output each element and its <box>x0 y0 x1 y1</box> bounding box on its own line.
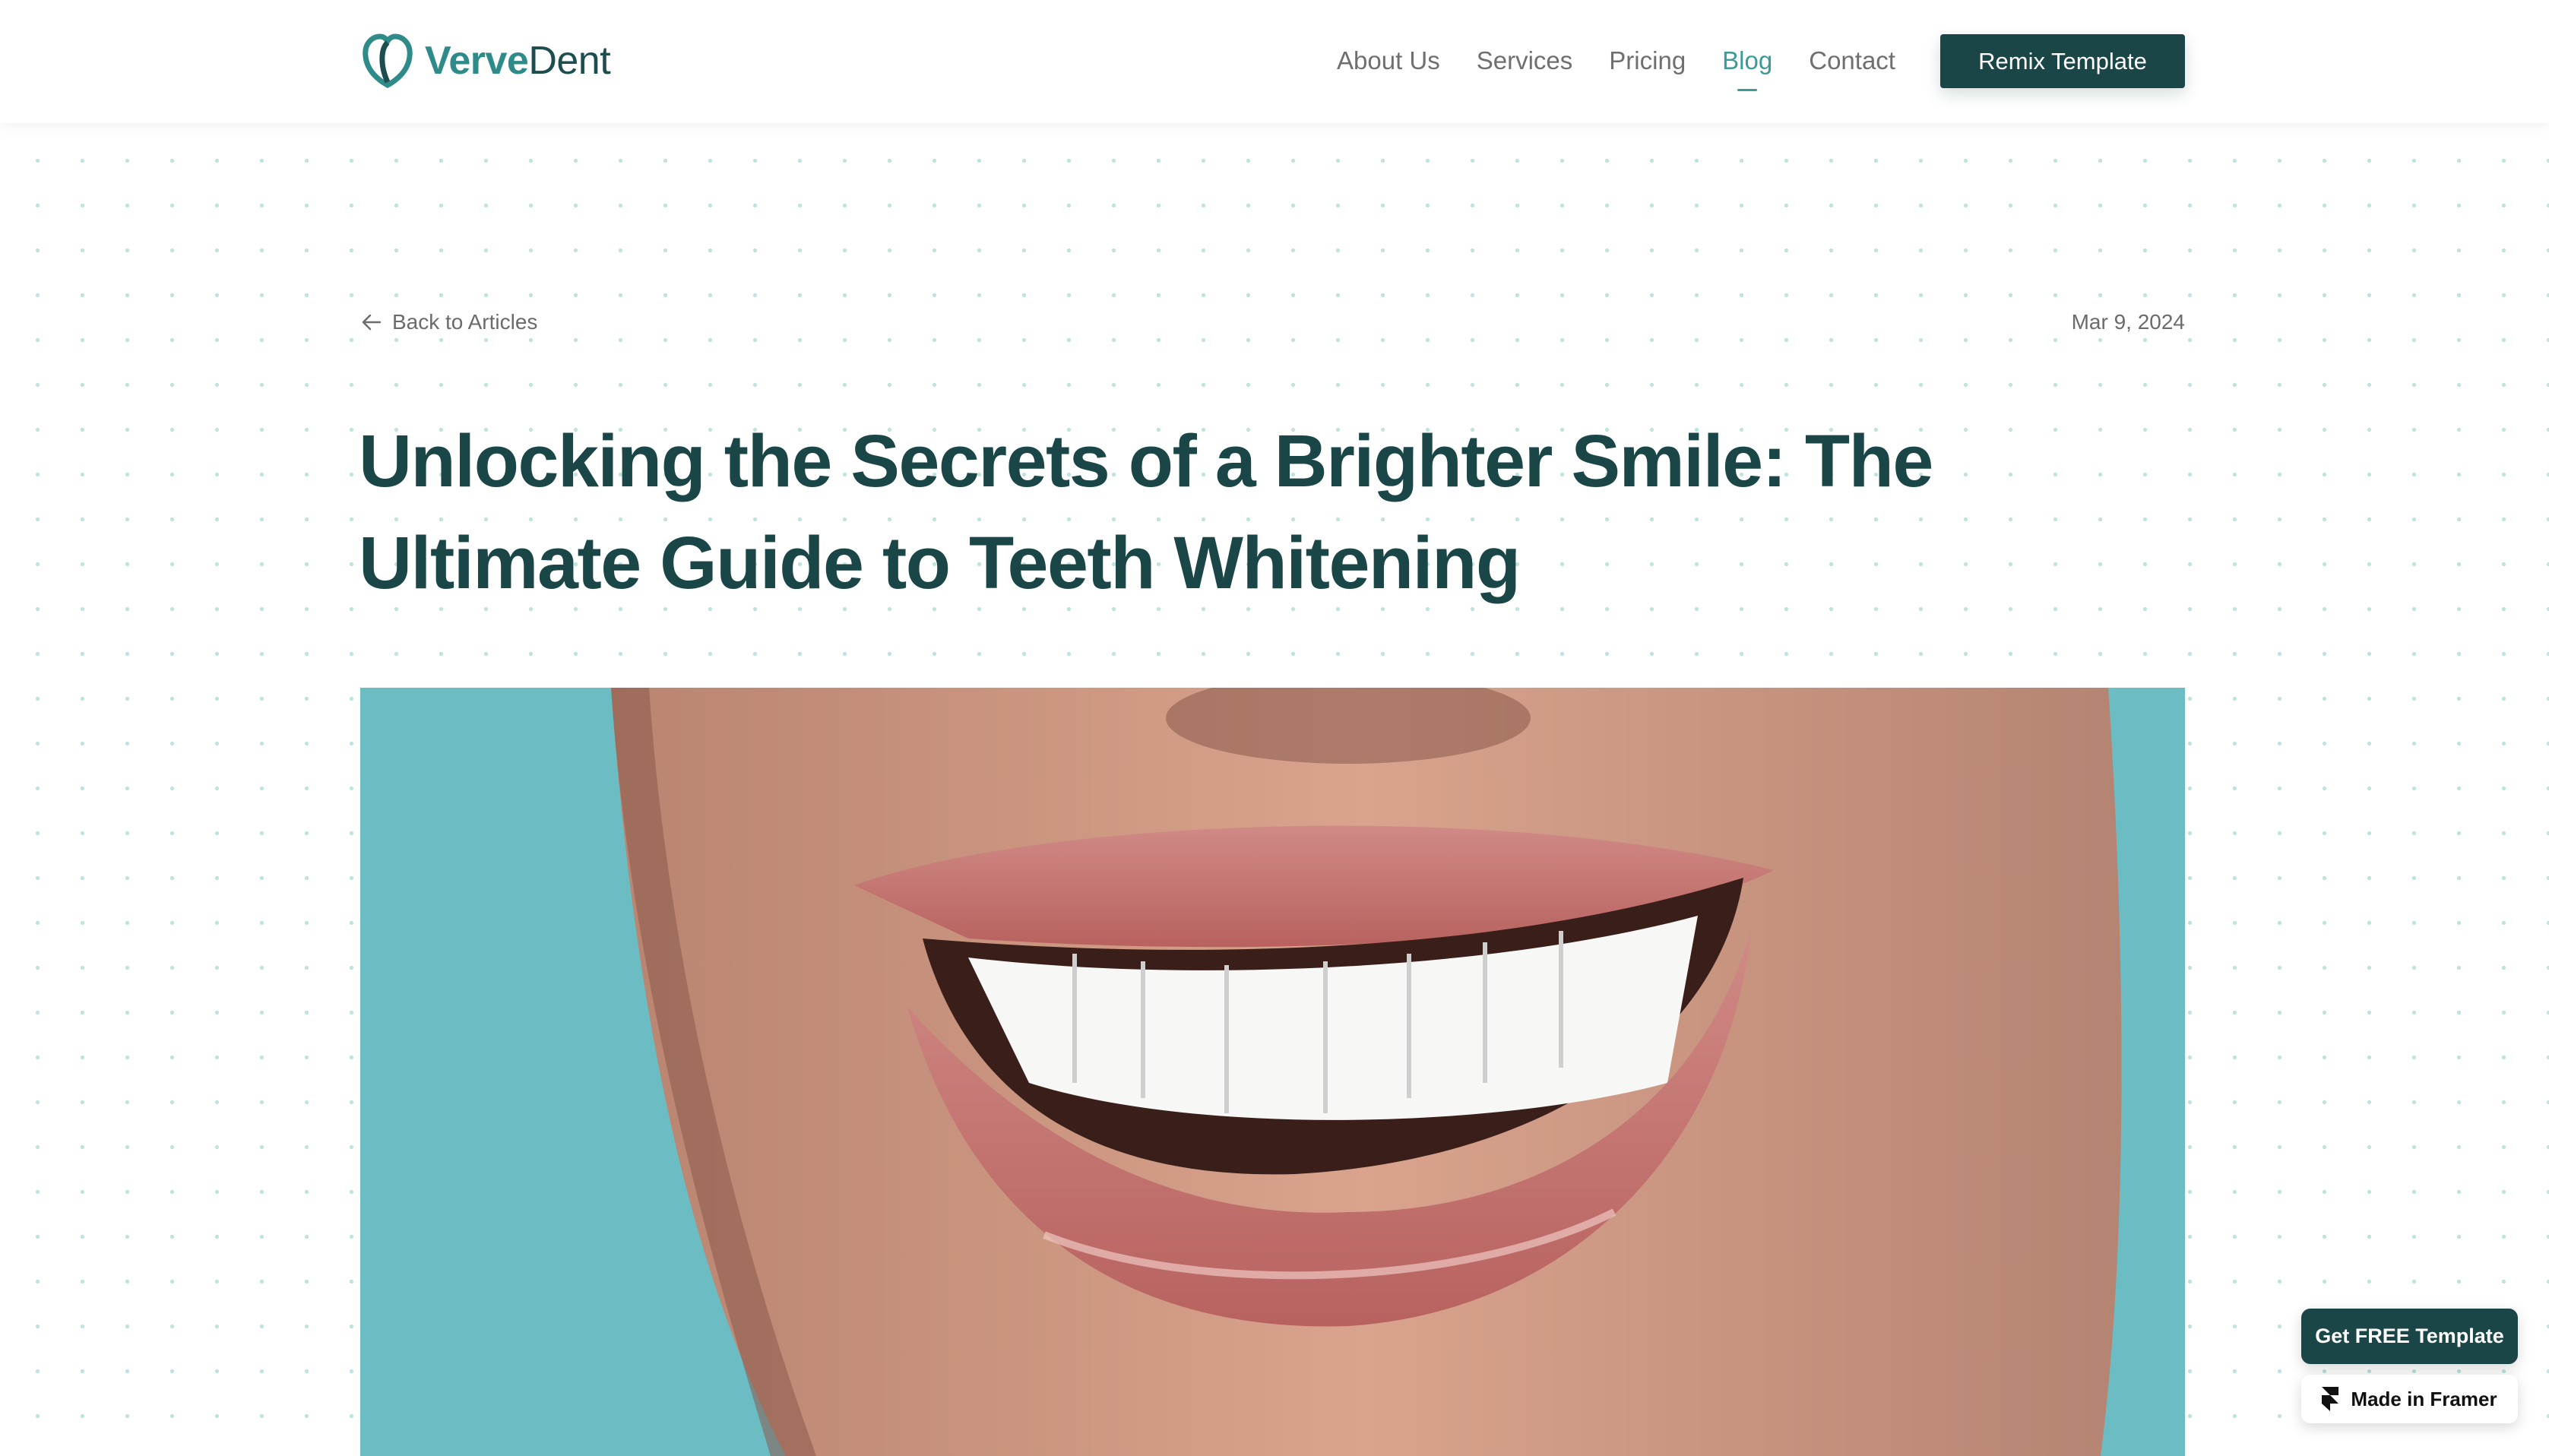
made-in-framer-label: Made in Framer <box>2351 1387 2497 1410</box>
brand-name-dent: Dent <box>528 39 611 83</box>
nav-link-about-us[interactable]: About Us <box>1337 41 1440 81</box>
back-to-articles-link[interactable]: Back to Articles <box>360 307 537 337</box>
arrow-left-icon <box>362 314 382 331</box>
framer-logo-icon <box>2322 1387 2339 1411</box>
remix-template-button[interactable]: Remix Template <box>1940 34 2185 88</box>
top-navbar: VerveDent About Us Services Pricing Blog… <box>0 0 2549 123</box>
back-link-label: Back to Articles <box>392 310 538 334</box>
nav-link-services[interactable]: Services <box>1477 41 1573 81</box>
main-nav: About Us Services Pricing Blog Contact <box>1337 41 1932 81</box>
smile-photo-illustration <box>360 688 2185 1456</box>
brand-name-verve: Verve <box>425 39 529 83</box>
post-date: Mar 9, 2024 <box>2071 310 2185 334</box>
nav-link-contact[interactable]: Contact <box>1809 41 1895 81</box>
nav-link-pricing[interactable]: Pricing <box>1609 41 1686 81</box>
brand-name: VerveDent <box>425 32 611 90</box>
made-in-framer-badge[interactable]: Made in Framer <box>2301 1375 2518 1423</box>
hero-image <box>360 688 2185 1456</box>
get-free-template-button[interactable]: Get FREE Template <box>2301 1309 2518 1364</box>
article-title: Unlocking the Secrets of a Brighter Smil… <box>359 419 1933 604</box>
tooth-logo-icon <box>363 33 413 88</box>
nav-link-blog[interactable]: Blog <box>1722 41 1772 81</box>
floating-badges: Get FREE Template Made in Framer <box>2301 1309 2518 1423</box>
brand-logo[interactable]: VerveDent <box>359 32 611 90</box>
